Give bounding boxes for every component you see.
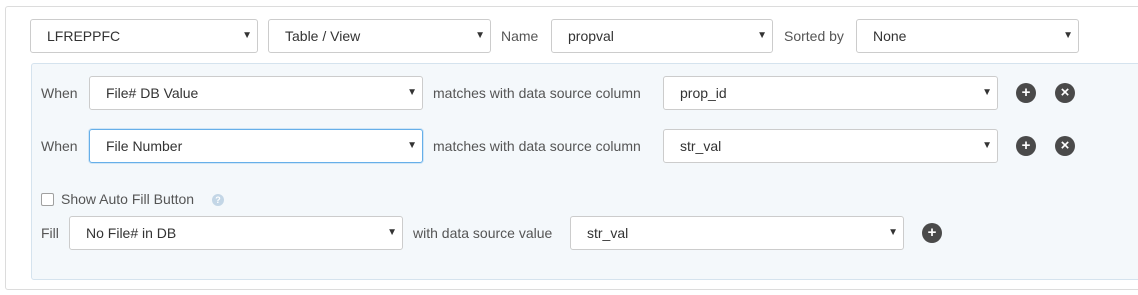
library-select[interactable]: LFREPPFC ▼ [30,19,258,53]
fill-field-select[interactable]: No File# in DB ▼ [69,216,403,250]
source-column-value: prop_id [680,85,727,101]
close-icon: × [1060,137,1070,154]
remove-rule-button[interactable]: × [1055,136,1075,156]
plus-icon: + [1021,137,1031,154]
show-auto-fill-checkbox[interactable] [41,193,54,206]
matches-text: matches with data source column [433,85,641,101]
chevron-down-icon: ▼ [475,30,485,41]
fill-value-value: str_val [587,225,629,241]
match-field-select[interactable]: File Number ▼ [89,129,423,163]
plus-icon: + [927,224,937,241]
source-column-select[interactable]: str_val ▼ [663,129,998,163]
chevron-down-icon: ▼ [888,227,898,238]
type-select-value: Table / View [285,28,361,44]
when-label: When [41,138,78,154]
remove-rule-button[interactable]: × [1055,83,1075,103]
fill-value-select[interactable]: str_val ▼ [570,216,904,250]
source-column-value: str_val [680,138,722,154]
add-rule-button[interactable]: + [1016,136,1036,156]
sorted-by-select[interactable]: None ▼ [856,19,1079,53]
chevron-down-icon: ▼ [1063,30,1073,41]
sorted-by-select-value: None [873,28,907,44]
source-column-select[interactable]: prop_id ▼ [663,76,998,110]
fill-field-value: No File# in DB [86,225,177,241]
chevron-down-icon: ▼ [407,87,417,98]
plus-icon: + [1021,84,1031,101]
name-select-value: propval [568,28,614,44]
name-label: Name [501,28,539,44]
match-field-value: File Number [106,138,183,154]
chevron-down-icon: ▼ [757,30,767,41]
match-field-select[interactable]: File# DB Value ▼ [89,76,423,110]
show-auto-fill-label: Show Auto Fill Button [61,191,195,207]
add-fill-button[interactable]: + [922,223,942,243]
fill-label: Fill [41,225,59,241]
chevron-down-icon: ▼ [242,30,252,41]
match-field-value: File# DB Value [106,85,199,101]
type-select[interactable]: Table / View ▼ [268,19,491,53]
close-icon: × [1060,84,1070,101]
name-select[interactable]: propval ▼ [551,19,773,53]
library-select-value: LFREPPFC [47,28,121,44]
with-data-source-text: with data source value [413,225,553,241]
matches-text: matches with data source column [433,138,641,154]
help-icon[interactable]: ? [212,194,224,206]
add-rule-button[interactable]: + [1016,83,1036,103]
sorted-by-label: Sorted by [784,28,844,44]
chevron-down-icon: ▼ [982,87,992,98]
chevron-down-icon: ▼ [982,140,992,151]
chevron-down-icon: ▼ [387,227,397,238]
when-label: When [41,85,78,101]
chevron-down-icon: ▼ [407,140,417,151]
